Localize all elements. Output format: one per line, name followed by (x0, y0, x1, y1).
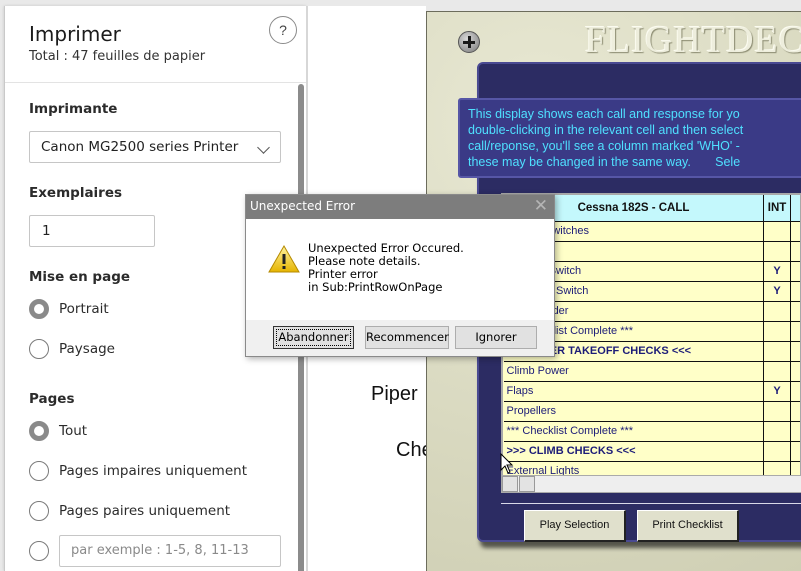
copies-input[interactable]: 1 (29, 215, 155, 247)
app-logo: FLIGHTDECK (585, 19, 801, 61)
printer-label: Imprimante (29, 101, 118, 117)
extra-cell[interactable] (790, 260, 800, 282)
table-row[interactable]: Climb Power (503, 360, 800, 382)
int-cell[interactable] (763, 400, 792, 422)
scroll-right-button[interactable] (519, 476, 535, 492)
divider (501, 503, 801, 504)
copies-label: Exemplaires (29, 185, 123, 201)
extra-cell[interactable] (790, 320, 800, 342)
call-cell[interactable]: >>> CLIMB CHECKS <<< (503, 440, 764, 462)
extra-cell[interactable] (790, 380, 800, 402)
call-cell[interactable]: Climb Power (503, 360, 764, 382)
retry-button[interactable]: Recommencer (365, 326, 449, 349)
dialog-message: Unexpected Error Occured. Please note de… (308, 242, 464, 294)
message-line: in Sub:PrintRowOnPage (308, 280, 443, 294)
int-cell[interactable] (763, 420, 792, 442)
radio-unchecked[interactable] (29, 339, 49, 359)
int-cell[interactable] (763, 340, 792, 362)
int-cell[interactable] (763, 300, 792, 322)
radio-unchecked[interactable] (29, 501, 49, 521)
pages-all-option[interactable]: Tout (29, 420, 87, 442)
warning-icon (268, 245, 300, 273)
dialog-title-bar[interactable]: Unexpected Error ✕ (246, 195, 554, 219)
layout-landscape-option[interactable]: Paysage (29, 338, 115, 360)
int-cell[interactable] (763, 440, 792, 462)
play-selection-button[interactable]: Play Selection (524, 510, 626, 542)
scroll-left-button[interactable] (502, 476, 518, 492)
print-title: Imprimer (29, 22, 121, 46)
info-text: This display shows each call and respons… (458, 98, 801, 178)
int-cell[interactable] (763, 240, 792, 262)
chevron-down-icon (257, 141, 270, 154)
dialog-title: Unexpected Error (250, 199, 356, 213)
printer-value: Canon MG2500 series Printer (41, 139, 239, 155)
table-row[interactable]: Flaps Y (503, 380, 800, 402)
radio-unchecked[interactable] (29, 461, 49, 481)
radio-checked[interactable] (29, 421, 49, 441)
screw-icon (458, 31, 480, 53)
printer-select[interactable]: Canon MG2500 series Printer (29, 131, 281, 163)
print-panel-header: Imprimer Total : 47 feuilles de papier ? (5, 6, 306, 83)
error-dialog: Unexpected Error ✕ Unexpected Error Occu… (245, 194, 555, 357)
extra-cell[interactable] (790, 340, 800, 362)
preview-text: Piper (371, 383, 418, 405)
int-cell[interactable]: Y (763, 260, 792, 282)
print-checklist-button[interactable]: Print Checklist (637, 510, 739, 542)
extra-cell[interactable] (790, 440, 800, 462)
int-cell[interactable] (763, 360, 792, 382)
table-row[interactable]: Propellers (503, 400, 800, 422)
call-cell[interactable]: Flaps (503, 380, 764, 402)
column-header-int[interactable]: INT (762, 195, 792, 222)
abort-button[interactable]: Abandonner (273, 326, 354, 349)
int-cell[interactable] (763, 220, 792, 242)
call-cell[interactable]: *** Checklist Complete *** (503, 420, 764, 442)
extra-cell[interactable] (790, 280, 800, 302)
table-row[interactable]: *** Checklist Complete *** (503, 420, 800, 442)
radio-checked[interactable] (29, 299, 49, 319)
layout-label: Mise en page (29, 269, 131, 285)
pages-custom-option[interactable]: par exemple : 1-5, 8, 11-13 (29, 535, 281, 567)
close-icon[interactable]: ✕ (534, 195, 548, 217)
mouse-cursor-icon (500, 453, 514, 474)
sheet-total: Total : 47 feuilles de papier (29, 49, 206, 64)
dialog-body: Unexpected Error Occured. Please note de… (246, 219, 554, 320)
extra-cell[interactable] (790, 300, 800, 322)
radio-unchecked[interactable] (29, 541, 49, 561)
pages-even-option[interactable]: Pages paires uniquement (29, 500, 230, 522)
table-row[interactable]: >>> CLIMB CHECKS <<< (503, 440, 800, 462)
call-cell[interactable]: Propellers (503, 400, 764, 422)
radio-label: Portrait (59, 301, 109, 317)
radio-label: Paysage (59, 341, 115, 357)
int-cell[interactable]: Y (763, 280, 792, 302)
ignore-button[interactable]: Ignorer (455, 326, 537, 349)
radio-label: Pages impaires uniquement (59, 463, 247, 479)
extra-cell[interactable] (790, 360, 800, 382)
extra-cell[interactable] (790, 220, 800, 242)
radio-label: Tout (59, 423, 88, 439)
screen: Imprimer Total : 47 feuilles de papier ?… (0, 0, 801, 571)
extra-cell[interactable] (790, 400, 800, 422)
extra-cell[interactable] (790, 240, 800, 262)
column-header-extra (790, 195, 800, 222)
pages-odd-option[interactable]: Pages impaires uniquement (29, 460, 247, 482)
int-cell[interactable] (763, 320, 792, 342)
help-button[interactable]: ? (269, 16, 297, 44)
page-range-input[interactable]: par exemple : 1-5, 8, 11-13 (59, 535, 281, 567)
extra-cell[interactable] (790, 420, 800, 442)
radio-label: Pages paires uniquement (59, 503, 231, 519)
horizontal-scrollbar[interactable] (501, 475, 801, 493)
pages-label: Pages (29, 391, 75, 407)
int-cell[interactable]: Y (763, 380, 792, 402)
layout-portrait-option[interactable]: Portrait (29, 298, 109, 320)
